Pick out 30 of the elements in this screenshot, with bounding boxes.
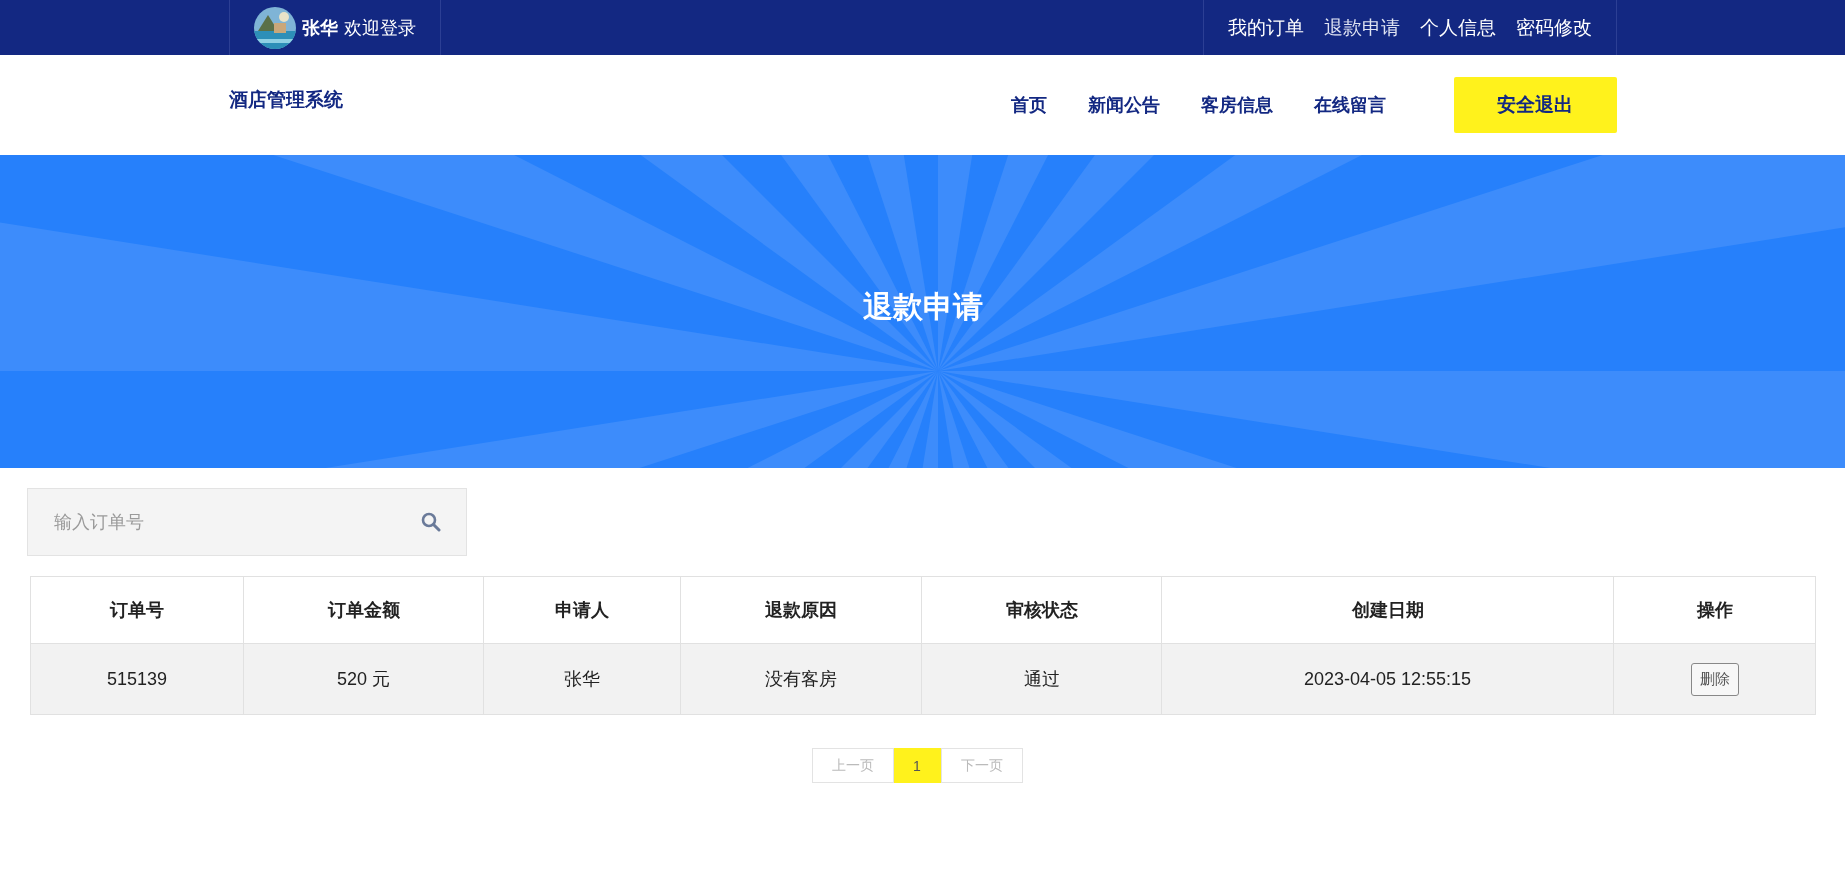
column-header: 创建日期 <box>1161 576 1614 644</box>
top-link[interactable]: 密码修改 <box>1515 14 1592 41</box>
top-link[interactable]: 个人信息 <box>1419 14 1496 41</box>
table-cell: 515139 <box>30 643 244 715</box>
top-link[interactable]: 退款申请 <box>1323 14 1400 41</box>
search-icon[interactable] <box>421 512 441 532</box>
welcome-text: 欢迎登录 <box>343 16 416 40</box>
table-cell: 通过 <box>921 643 1162 715</box>
search-field[interactable]: 输入订单号 <box>27 488 467 556</box>
column-header: 操作 <box>1613 576 1816 644</box>
page-button[interactable]: 1 <box>893 748 941 783</box>
site-title: 酒店管理系统 <box>228 88 343 112</box>
nav-link[interactable]: 在线留言 <box>1313 93 1386 117</box>
nav-link[interactable]: 首页 <box>1010 93 1047 117</box>
user-name: 张华 <box>301 16 338 40</box>
column-header: 申请人 <box>483 576 681 644</box>
column-header: 订单号 <box>30 576 244 644</box>
top-link[interactable]: 我的订单 <box>1227 14 1304 41</box>
table-cell: 没有客房 <box>680 643 922 715</box>
page-title: 退款申请 <box>862 289 983 325</box>
nav-link[interactable]: 客房信息 <box>1200 93 1273 117</box>
table-cell: 2023-04-05 12:55:15 <box>1161 643 1614 715</box>
column-header: 退款原因 <box>680 576 922 644</box>
column-header: 审核状态 <box>921 576 1162 644</box>
table-cell: 张华 <box>483 643 681 715</box>
column-header: 订单金额 <box>243 576 484 644</box>
table-cell: 520 元 <box>243 643 484 715</box>
logout-button[interactable]: 安全退出 <box>1453 77 1617 133</box>
nav-link[interactable]: 新闻公告 <box>1087 93 1160 117</box>
delete-button[interactable]: 删除 <box>1690 662 1739 696</box>
